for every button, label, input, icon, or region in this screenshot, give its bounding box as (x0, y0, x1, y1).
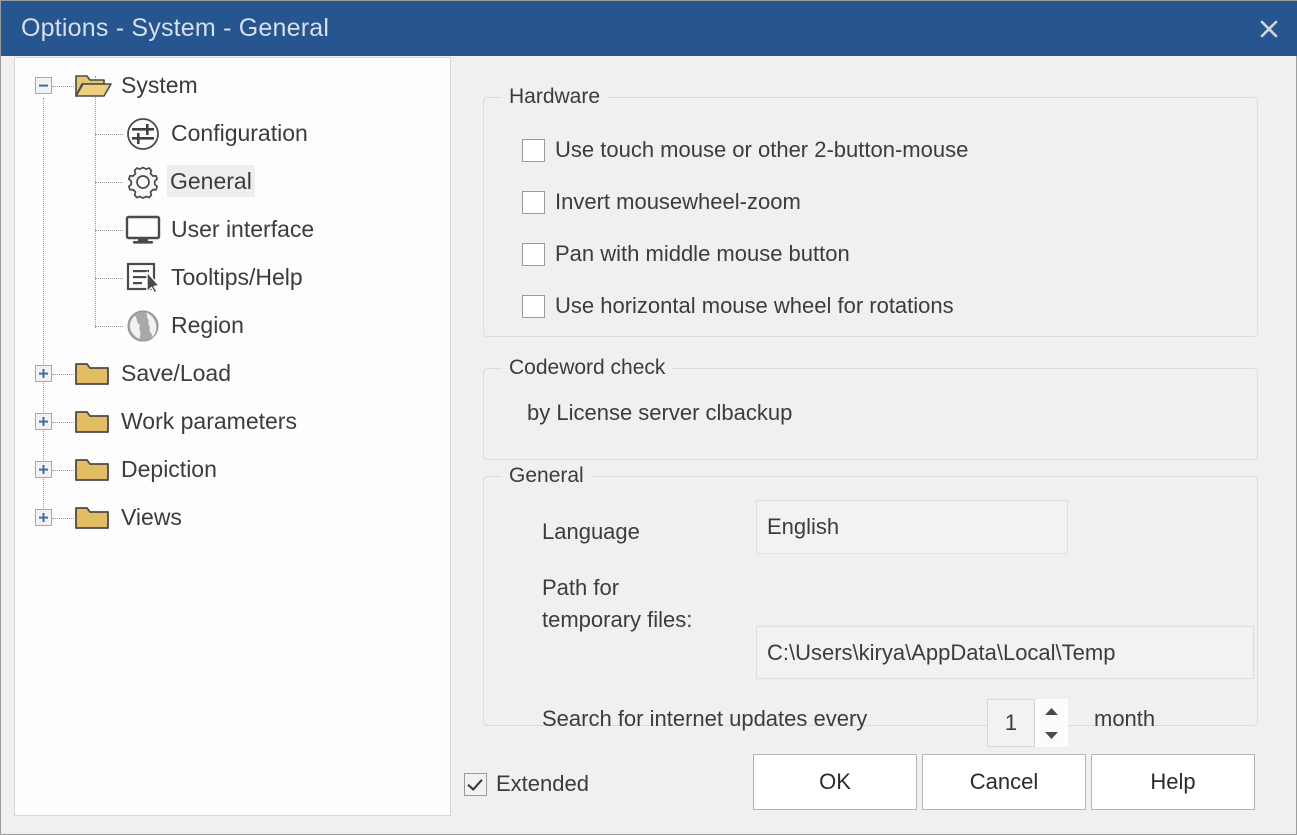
settings-tree: System Configuration General User interf… (15, 58, 450, 542)
checkbox-invert-mousewheel-zoom[interactable] (522, 190, 545, 214)
stepper-buttons[interactable] (1035, 699, 1068, 747)
expand-expander-icon[interactable] (35, 461, 52, 478)
tree-item-work-parameters[interactable]: Work parameters (15, 398, 450, 446)
gear-icon (123, 164, 163, 200)
checkbox-pan-middle-mouse[interactable] (522, 242, 545, 266)
hardware-groupbox: Hardware Use touch mouse or other 2-butt… (483, 85, 1258, 337)
codeword-check-groupbox: Codeword check by License server clbacku… (483, 356, 1258, 460)
updates-interval-unit: month (1094, 706, 1156, 731)
tree-item-user-interface[interactable]: User interface (15, 206, 450, 254)
ok-button[interactable]: OK (753, 754, 917, 810)
general-groupbox: General Language English Path for tempor… (483, 464, 1258, 747)
checkbox-label: Use touch mouse or other 2-button-mouse (555, 137, 969, 162)
tree-item-general[interactable]: General (15, 158, 450, 206)
expand-expander-icon[interactable] (35, 365, 52, 382)
folder-icon (73, 356, 113, 392)
tree-item-tooltips-help[interactable]: Tooltips/Help (15, 254, 450, 302)
checkbox-horizontal-wheel-rotations[interactable] (522, 294, 545, 318)
general-group-title: General (502, 464, 591, 488)
checkbox-row-horizontal-wheel-rotations[interactable]: Use horizontal mouse wheel for rotations (522, 293, 954, 319)
checkbox-label: Invert mousewheel-zoom (555, 189, 801, 214)
checkbox-extended[interactable] (464, 772, 487, 796)
tree-item-depiction[interactable]: Depiction (15, 446, 450, 494)
temp-path-value: C:\Users\kirya\AppData\Local\Temp (767, 639, 1116, 665)
cancel-button[interactable]: Cancel (922, 754, 1086, 810)
tree-item-label: General (167, 165, 255, 197)
tree-item-system[interactable]: System (15, 62, 450, 110)
folder-icon (73, 452, 113, 488)
title-bar: Options - System - General (1, 1, 1297, 56)
expand-expander-icon[interactable] (35, 509, 52, 526)
tree-item-region[interactable]: Region (15, 302, 450, 350)
language-label: Language (542, 519, 640, 544)
codeword-status-text: by License server clbackup (527, 400, 793, 425)
open-folder-icon (73, 68, 113, 104)
path-label-line2: temporary files: (542, 607, 693, 632)
settings-tree-panel[interactable]: System Configuration General User interf… (14, 57, 451, 816)
updates-interval-stepper[interactable]: 1 (987, 699, 1068, 747)
updates-interval-input[interactable]: 1 (987, 699, 1035, 747)
globe-icon (123, 308, 163, 344)
stepper-up-icon[interactable] (1035, 704, 1068, 718)
hardware-group-title: Hardware (502, 85, 608, 109)
tree-item-label: Tooltips/Help (171, 264, 303, 290)
tree-item-save-load[interactable]: Save/Load (15, 350, 450, 398)
options-dialog: Options - System - General System Config… (0, 0, 1297, 835)
checkbox-row-invert-mousewheel-zoom[interactable]: Invert mousewheel-zoom (522, 189, 801, 215)
tree-item-label: Configuration (171, 120, 308, 146)
tree-item-label: System (121, 72, 198, 98)
language-value: English (767, 514, 840, 539)
sliders-circle-icon (123, 116, 163, 152)
expand-expander-icon[interactable] (35, 413, 52, 430)
tooltip-cursor-icon (123, 260, 163, 296)
checkbox-label: Use horizontal mouse wheel for rotations (555, 293, 954, 318)
collapse-expander-icon[interactable] (35, 77, 52, 94)
tree-item-label: Work parameters (121, 408, 297, 434)
tree-item-configuration[interactable]: Configuration (15, 110, 450, 158)
settings-content-pane: Hardware Use touch mouse or other 2-butt… (464, 57, 1284, 816)
checkbox-label: Pan with middle mouse button (555, 241, 850, 266)
extended-label: Extended (496, 771, 589, 796)
tree-item-label: Depiction (121, 456, 217, 482)
checkbox-row-touch-mouse[interactable]: Use touch mouse or other 2-button-mouse (522, 137, 968, 163)
codeword-group-title: Codeword check (502, 356, 673, 380)
temp-path-input[interactable]: C:\Users\kirya\AppData\Local\Temp (756, 626, 1254, 679)
help-button[interactable]: Help (1091, 754, 1255, 810)
tree-item-label: Region (171, 312, 244, 338)
checkbox-touch-mouse[interactable] (522, 138, 545, 162)
tree-item-views[interactable]: Views (15, 494, 450, 542)
stepper-down-icon[interactable] (1035, 728, 1068, 742)
language-select[interactable]: English (756, 500, 1068, 554)
tree-item-label: User interface (171, 216, 315, 242)
folder-icon (73, 500, 113, 536)
extended-checkbox-row[interactable]: Extended (464, 771, 589, 797)
folder-icon (73, 404, 113, 440)
updates-interval-label: Search for internet updates every (542, 706, 868, 731)
path-label-line1: Path for (542, 575, 620, 600)
tree-item-label: Views (121, 504, 182, 530)
tree-item-label: Save/Load (121, 360, 231, 386)
checkbox-row-pan-middle-mouse[interactable]: Pan with middle mouse button (522, 241, 850, 267)
monitor-icon (123, 212, 163, 248)
window-title: Options - System - General (21, 14, 330, 42)
close-icon[interactable] (1240, 1, 1297, 56)
